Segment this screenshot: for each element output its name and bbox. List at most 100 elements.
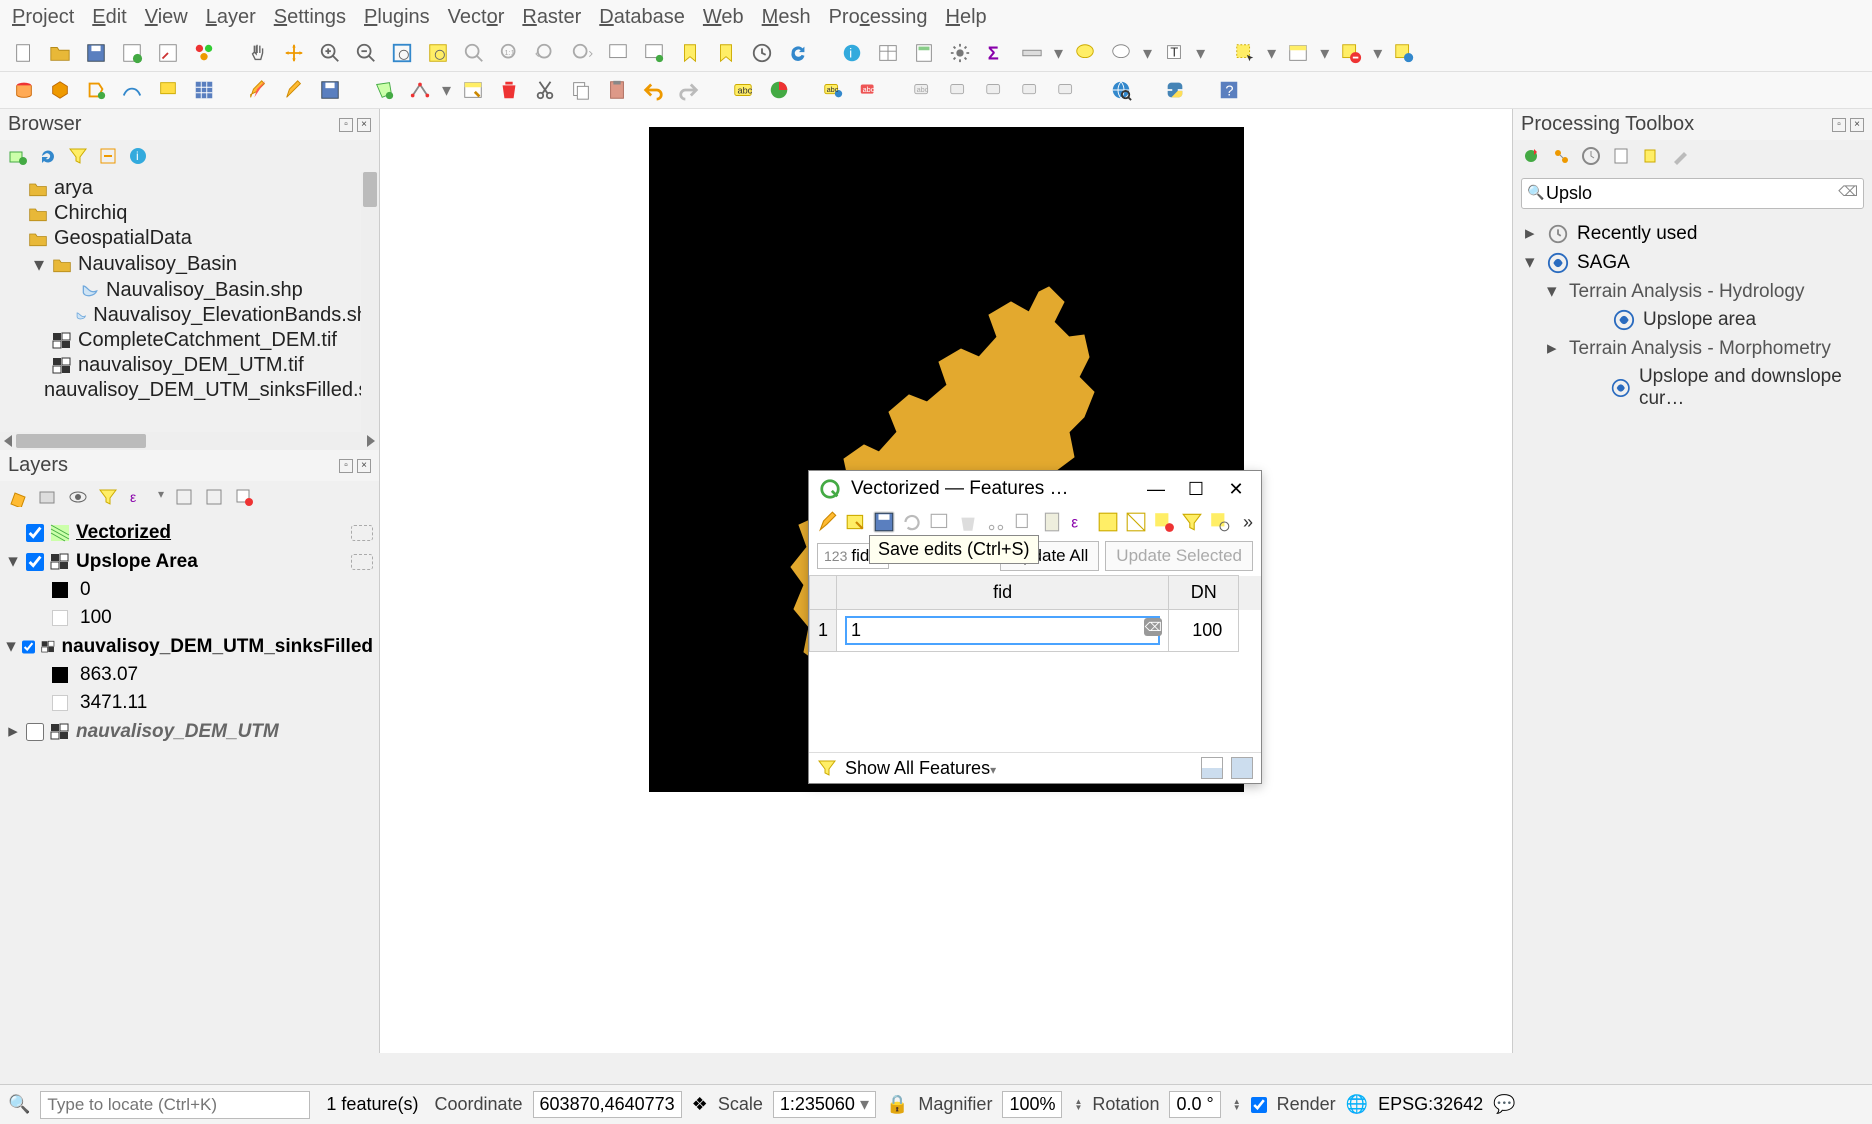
form-view-button[interactable] xyxy=(1201,757,1223,779)
locator-input[interactable] xyxy=(40,1091,310,1119)
table-view-button[interactable] xyxy=(1231,757,1253,779)
zoom-to-feature-icon[interactable] xyxy=(1209,511,1231,533)
algorithm-item[interactable]: ▸Terrain Analysis - Morphometry xyxy=(1521,334,1864,363)
new-map-view-icon[interactable] xyxy=(604,39,632,67)
select-features-icon[interactable] xyxy=(1231,39,1259,67)
cut-features-icon[interactable] xyxy=(531,76,559,104)
crs-icon[interactable]: 🌐 xyxy=(1346,1094,1368,1115)
save-edits-icon[interactable] xyxy=(316,76,344,104)
pan-to-selection-icon[interactable] xyxy=(280,39,308,67)
multi-edit-icon[interactable] xyxy=(845,511,867,533)
layer-style-icon[interactable] xyxy=(8,487,28,507)
browser-scrollbar-h[interactable] xyxy=(0,432,379,450)
scale-lock-icon[interactable]: 🔒 xyxy=(886,1094,908,1115)
map-tips-icon[interactable] xyxy=(1071,39,1099,67)
menu-processing[interactable]: Processing xyxy=(829,6,928,29)
reload-table-icon[interactable] xyxy=(901,511,923,533)
new-mesh-icon[interactable] xyxy=(190,76,218,104)
new-project-icon[interactable] xyxy=(10,39,38,67)
browser-scrollbar-v[interactable] xyxy=(361,172,379,432)
dn-cell[interactable]: 100 xyxy=(1169,610,1239,652)
layer-visibility-checkbox[interactable] xyxy=(22,638,35,656)
results-viewer-icon[interactable] xyxy=(1611,146,1631,166)
deselect-dialog-icon[interactable] xyxy=(1153,511,1175,533)
current-edits-icon[interactable] xyxy=(244,76,272,104)
paste-features-icon[interactable] xyxy=(603,76,631,104)
run-model-icon[interactable] xyxy=(1521,146,1541,166)
rotation-value[interactable]: 0.0 ° xyxy=(1169,1091,1220,1118)
algorithm-item[interactable]: ▸Recently used xyxy=(1521,219,1864,248)
browser-item[interactable]: GeospatialData xyxy=(4,226,379,251)
new-print-layout-icon[interactable] xyxy=(118,39,146,67)
metasearch-icon[interactable] xyxy=(1107,76,1135,104)
select-all-icon[interactable] xyxy=(1390,39,1418,67)
label-rotate-icon[interactable] xyxy=(981,76,1009,104)
close-button[interactable]: ✕ xyxy=(1221,477,1251,501)
layers-close-icon[interactable]: × xyxy=(357,459,371,473)
attribute-table-icon[interactable] xyxy=(874,39,902,67)
statistics-icon[interactable]: Σ xyxy=(982,39,1010,67)
add-feature-dialog-icon[interactable] xyxy=(929,511,951,533)
toggle-edit-icon[interactable] xyxy=(817,511,839,533)
expand-all-icon[interactable] xyxy=(174,487,194,507)
update-selected-button[interactable]: Update Selected xyxy=(1105,541,1253,571)
bookmarks-icon[interactable] xyxy=(712,39,740,67)
browser-item[interactable]: ▾Nauvalisoy_Basin xyxy=(4,251,379,278)
layer-visibility-checkbox[interactable] xyxy=(26,723,44,741)
add-layer-icon[interactable] xyxy=(8,146,28,166)
show-features-dropdown[interactable]: Show All Features▾ xyxy=(845,758,996,779)
crs-value[interactable]: EPSG:32642 xyxy=(1378,1094,1483,1115)
expression-filter-icon[interactable]: ε xyxy=(128,487,148,507)
messages-icon[interactable]: 💬 xyxy=(1493,1094,1515,1115)
field-calculator-icon[interactable] xyxy=(910,39,938,67)
algorithm-item[interactable]: Upslope area xyxy=(1521,306,1864,334)
filter-footer-icon[interactable] xyxy=(817,758,837,778)
add-feature-icon[interactable] xyxy=(370,76,398,104)
deselect-all-icon[interactable] xyxy=(1337,39,1365,67)
browser-item[interactable]: nauvalisoy_DEM_UTM_sinksFilled.sdat xyxy=(4,378,379,403)
layer-item[interactable]: ▾Upslope Area xyxy=(4,547,375,576)
modify-attrib-icon[interactable] xyxy=(459,76,487,104)
scale-value[interactable]: 1:235060 ▾ xyxy=(773,1091,876,1118)
cut-dialog-icon[interactable] xyxy=(985,511,1007,533)
processing-close-icon[interactable]: × xyxy=(1850,118,1864,132)
toggle-extents-icon[interactable]: ❖ xyxy=(692,1094,708,1115)
layers-tree[interactable]: Vectorized▾Upslope Area0100▾nauvalisoy_D… xyxy=(0,513,379,752)
processing-float-icon[interactable]: ▫ xyxy=(1832,118,1846,132)
column-header-dn[interactable]: DN xyxy=(1169,576,1239,610)
copy-features-icon[interactable] xyxy=(567,76,595,104)
zoom-to-layer-icon[interactable] xyxy=(460,39,488,67)
menu-vector[interactable]: Vector xyxy=(448,6,505,29)
attribute-grid[interactable]: fid DN 1 ⌫ 100 xyxy=(809,575,1261,752)
menu-settings[interactable]: Settings xyxy=(274,6,346,29)
layer-item[interactable]: ▸nauvalisoy_DEM_UTM xyxy=(4,717,375,746)
layer-item[interactable]: ▾nauvalisoy_DEM_UTM_sinksFilled xyxy=(4,632,375,661)
zoom-full-icon[interactable] xyxy=(388,39,416,67)
toggle-editing-icon[interactable] xyxy=(280,76,308,104)
collapse-all-icon[interactable] xyxy=(98,146,118,166)
search-clear-icon[interactable]: ⌫ xyxy=(1838,183,1858,200)
clear-cell-icon[interactable]: ⌫ xyxy=(1144,618,1162,636)
zoom-to-selection-icon[interactable] xyxy=(424,39,452,67)
panel-close-icon[interactable]: × xyxy=(357,118,371,132)
menu-database[interactable]: Database xyxy=(599,6,685,29)
refresh-browser-icon[interactable] xyxy=(38,146,58,166)
python-console-icon[interactable] xyxy=(1161,76,1189,104)
invert-select-icon[interactable] xyxy=(1125,511,1147,533)
new-shapefile-icon[interactable] xyxy=(82,76,110,104)
menu-raster[interactable]: Raster xyxy=(522,6,581,29)
vertex-tool-icon[interactable] xyxy=(406,76,434,104)
properties-widget-icon[interactable]: i xyxy=(128,146,148,166)
menu-project[interactable]: Project xyxy=(12,6,74,29)
column-header-fid[interactable]: fid xyxy=(837,576,1169,610)
magnifier-value[interactable]: 100% xyxy=(1002,1091,1062,1118)
render-checkbox[interactable] xyxy=(1251,1097,1267,1113)
label-change-icon[interactable] xyxy=(1053,76,1081,104)
save-edits-dialog-icon[interactable] xyxy=(873,511,895,533)
measure-icon[interactable] xyxy=(1018,39,1046,67)
zoom-next-icon[interactable] xyxy=(568,39,596,67)
processing-search-input[interactable] xyxy=(1521,178,1864,209)
algorithm-item[interactable]: ▾Terrain Analysis - Hydrology xyxy=(1521,277,1864,306)
processing-tree[interactable]: ▸Recently used▾SAGA▾Terrain Analysis - H… xyxy=(1513,215,1872,417)
model-designer-icon[interactable] xyxy=(1551,146,1571,166)
